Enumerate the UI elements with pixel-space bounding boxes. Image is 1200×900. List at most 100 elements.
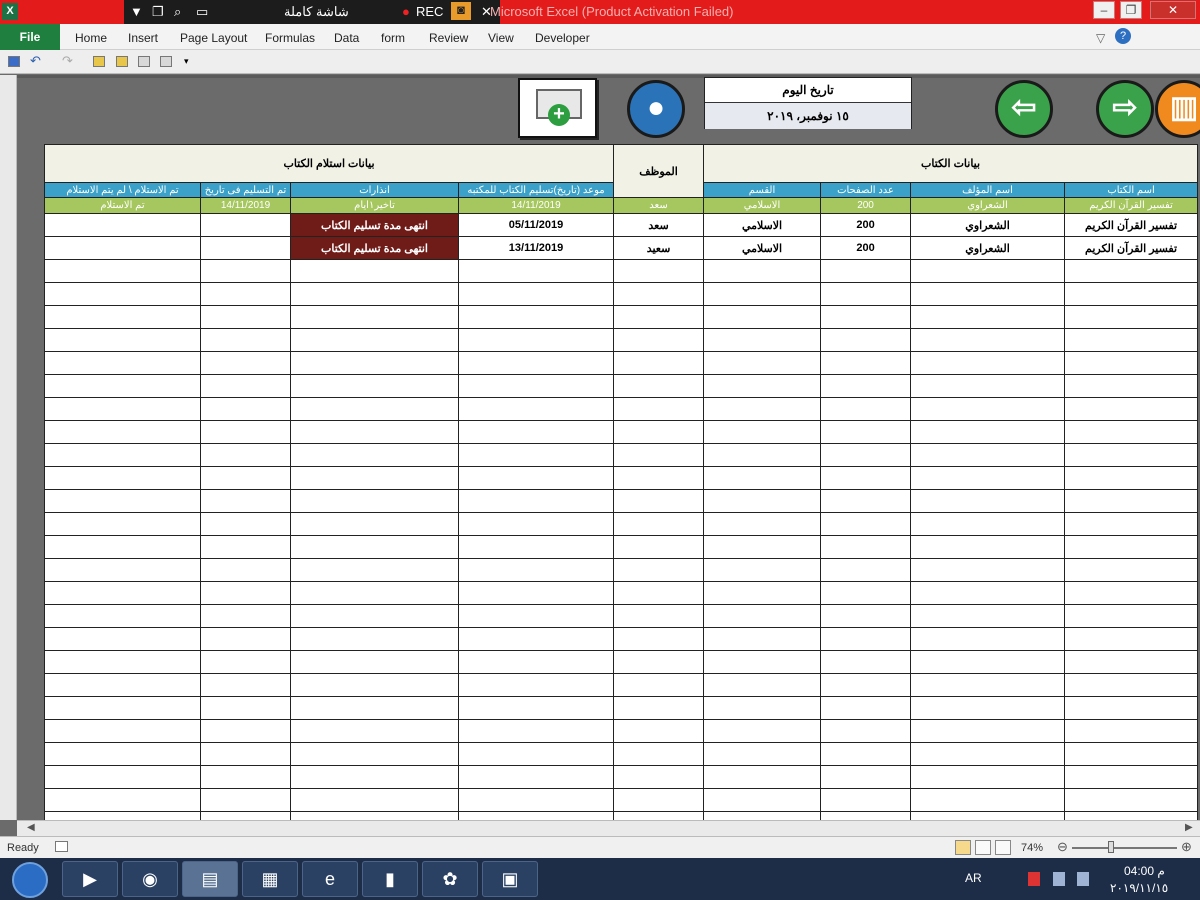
table-cell[interactable] <box>703 788 822 812</box>
table-cell[interactable] <box>1064 420 1199 444</box>
minimize-button[interactable]: – <box>1093 1 1115 19</box>
table-cell[interactable] <box>290 512 459 536</box>
zoom-level[interactable]: 74% <box>1021 842 1043 854</box>
flag-icon[interactable] <box>1028 872 1040 886</box>
zoom-in-icon[interactable]: ⊕ <box>1181 839 1192 855</box>
table-cell[interactable] <box>290 305 459 329</box>
table-cell[interactable] <box>1064 696 1199 720</box>
clock-date[interactable]: ٢٠١٩/١١/١٥ <box>1110 881 1168 895</box>
undo-icon[interactable]: ↶ <box>30 53 42 68</box>
table-cell[interactable] <box>457 650 615 674</box>
battery-icon[interactable] <box>1053 872 1065 886</box>
table-cell[interactable] <box>820 374 912 398</box>
table-cell[interactable] <box>44 351 201 375</box>
volume-icon[interactable] <box>1077 872 1089 886</box>
table-cell[interactable] <box>910 351 1066 375</box>
table-cell[interactable] <box>457 466 615 490</box>
table-cell[interactable] <box>613 420 705 444</box>
table-cell[interactable] <box>910 604 1066 628</box>
table-cell[interactable] <box>703 558 822 582</box>
table-cell[interactable] <box>820 420 912 444</box>
table-cell[interactable] <box>703 374 822 398</box>
zoom-slider-thumb[interactable] <box>1108 841 1114 853</box>
table-cell[interactable] <box>457 696 615 720</box>
table-cell[interactable] <box>44 374 201 398</box>
tab-insert[interactable]: Insert <box>128 31 158 45</box>
table-cell[interactable]: الاسلامي <box>703 213 822 237</box>
table-cell[interactable]: تم الاستلام <box>44 197 201 214</box>
col-header-warnings[interactable]: انذارات <box>290 182 459 198</box>
table-cell[interactable] <box>820 696 912 720</box>
table-cell[interactable] <box>290 420 459 444</box>
zoom-slider[interactable] <box>1072 847 1177 849</box>
tab-view[interactable]: View <box>488 31 514 45</box>
calendar-app-icon[interactable]: ▣ <box>482 861 538 897</box>
add-book-button[interactable]: + <box>518 78 597 138</box>
movie-maker-icon[interactable]: ✿ <box>422 861 478 897</box>
table-cell[interactable] <box>910 282 1066 306</box>
table-cell[interactable] <box>910 443 1066 467</box>
table-cell[interactable] <box>44 512 201 536</box>
table-cell[interactable] <box>290 719 459 743</box>
table-cell[interactable] <box>613 305 705 329</box>
table-cell[interactable] <box>613 489 705 513</box>
table-cell[interactable] <box>200 535 291 559</box>
table-cell[interactable]: الاسلامي <box>703 236 822 260</box>
table-cell[interactable]: تفسير القرآن الكريم <box>1064 197 1199 214</box>
table-cell[interactable] <box>200 466 291 490</box>
table-cell[interactable] <box>200 673 291 697</box>
table-cell[interactable] <box>200 328 291 352</box>
scroll-left-icon[interactable]: ◀ <box>27 822 35 833</box>
start-button[interactable] <box>12 862 48 898</box>
table-cell[interactable] <box>820 650 912 674</box>
table-cell[interactable] <box>290 397 459 421</box>
table-cell[interactable] <box>1064 489 1199 513</box>
table-cell[interactable] <box>820 627 912 651</box>
table-cell[interactable] <box>703 466 822 490</box>
table-cell[interactable] <box>910 719 1066 743</box>
restore-button[interactable]: ❐ <box>1120 1 1142 19</box>
table-cell[interactable] <box>1064 627 1199 651</box>
table-cell[interactable] <box>200 397 291 421</box>
col-header-author[interactable]: اسم المؤلف <box>910 182 1066 198</box>
redo-icon[interactable]: ↷ <box>62 53 74 68</box>
table-cell[interactable] <box>200 259 291 283</box>
page-layout-view-button[interactable] <box>975 840 991 855</box>
forward-button[interactable]: ⇨ <box>1096 80 1154 138</box>
table-cell[interactable] <box>703 305 822 329</box>
table-cell[interactable] <box>820 443 912 467</box>
tab-data[interactable]: Data <box>334 31 359 45</box>
close-button[interactable]: ✕ <box>1150 1 1196 19</box>
table-cell[interactable] <box>457 351 615 375</box>
table-cell[interactable] <box>457 765 615 789</box>
chrome-icon[interactable]: ◉ <box>122 861 178 897</box>
table-cell[interactable] <box>820 466 912 490</box>
clock-time[interactable]: 04:00 م <box>1124 864 1165 878</box>
table-cell[interactable] <box>44 558 201 582</box>
table-cell[interactable] <box>457 328 615 352</box>
table-cell[interactable] <box>820 282 912 306</box>
table-cell[interactable] <box>1064 788 1199 812</box>
table-cell[interactable] <box>44 581 201 605</box>
table-cell[interactable] <box>820 351 912 375</box>
table-cell[interactable] <box>200 420 291 444</box>
table-cell[interactable] <box>1064 581 1199 605</box>
table-cell[interactable]: تفسير القرآن الكريم <box>1064 213 1199 237</box>
table-cell[interactable] <box>613 259 705 283</box>
table-cell[interactable] <box>290 765 459 789</box>
rec-label[interactable]: REC <box>416 4 443 19</box>
col-header-book-name[interactable]: اسم الكتاب <box>1064 182 1199 198</box>
table-cell[interactable] <box>290 627 459 651</box>
save-icon[interactable] <box>8 56 20 67</box>
table-cell[interactable]: 200 <box>820 213 912 237</box>
table-cell[interactable] <box>457 627 615 651</box>
dropdown-arrow-icon[interactable]: ▼ <box>130 4 143 19</box>
table-cell[interactable]: انتهى مدة تسليم الكتاب <box>290 213 459 237</box>
macro-record-icon[interactable] <box>55 841 68 852</box>
open-folder-icon[interactable] <box>93 56 105 67</box>
table-cell[interactable] <box>613 535 705 559</box>
table-cell[interactable] <box>703 535 822 559</box>
table-cell[interactable] <box>44 650 201 674</box>
table-cell[interactable] <box>1064 443 1199 467</box>
table-cell[interactable] <box>613 719 705 743</box>
